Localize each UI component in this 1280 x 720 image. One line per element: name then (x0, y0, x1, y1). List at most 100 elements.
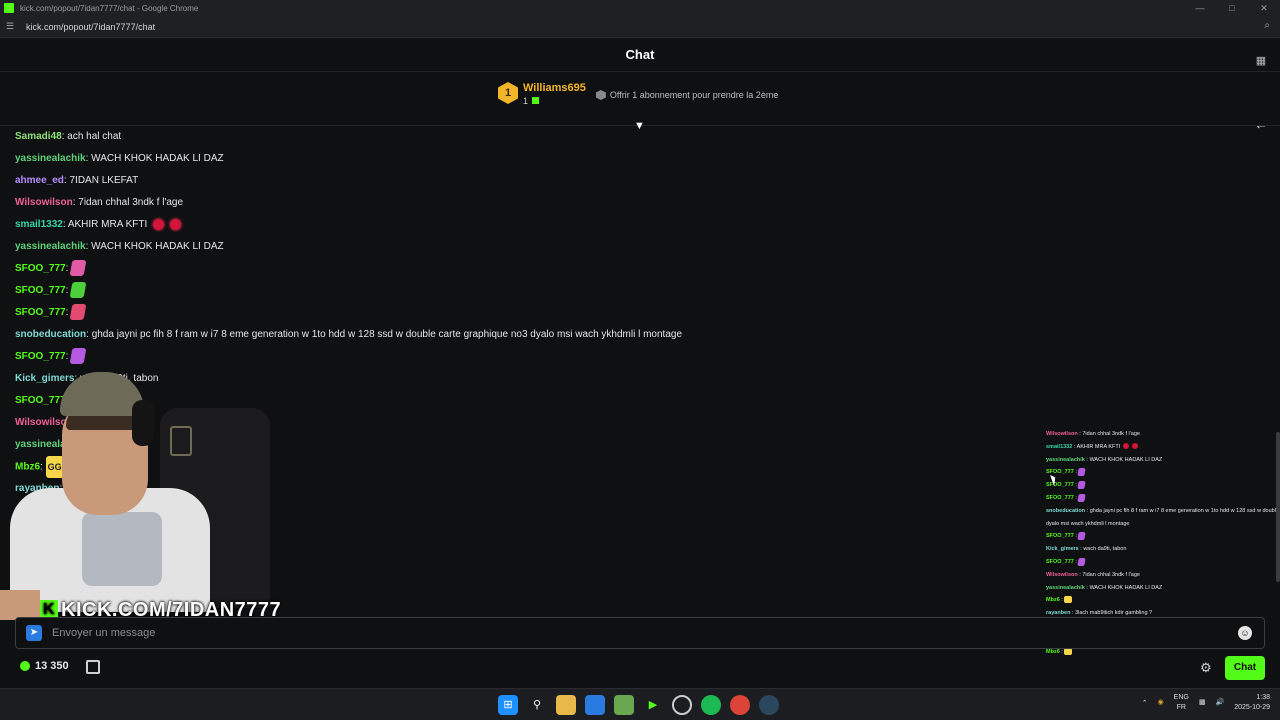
chat-message: yassinealachik: WACH KHOK HADAK LI DAZ (15, 148, 1015, 170)
scrollbar[interactable] (1276, 432, 1280, 582)
mic-icon[interactable]: ◉ (1158, 698, 1164, 708)
pinned-username[interactable]: Williams695 (523, 82, 586, 94)
overlay-text: WACH KHOK HADAK LI DAZ (1089, 584, 1163, 591)
overlay-username: Wilsowilson (1046, 571, 1078, 578)
chat-username[interactable]: ahmee_ed (15, 175, 64, 186)
chat-text: ach hal chat (67, 131, 122, 142)
chair-logo-icon (170, 426, 192, 456)
chat-text: 7IDAN LKEFAT (69, 175, 139, 186)
address-bar[interactable]: ☰ kick.com/popout/7idan7777/chat ⌕ (0, 16, 1280, 38)
overlay-username: rayanben (1046, 610, 1071, 617)
folder-icon[interactable] (556, 695, 576, 715)
gift-offer[interactable]: Offrir 1 abonnement pour prendre la 2ème (595, 90, 779, 100)
overlay-emote-icon (1077, 531, 1087, 540)
emoji-icon[interactable]: ☺ (1238, 626, 1252, 640)
obs-icon[interactable] (672, 695, 692, 715)
overlay-text: ghda jayni pc fih 8 f ram w i7 8 eme gen… (1089, 507, 1280, 514)
gift-icon (532, 97, 540, 104)
maximize-button[interactable]: □ (1216, 0, 1248, 16)
chat-text: 7idan chhal 3ndk f l'age (78, 197, 184, 208)
chat-username[interactable]: Wilsowilson (15, 197, 73, 208)
overlay-gg-icon (1064, 596, 1073, 604)
overlay-chat-line: Wilsowilson : 7idan chhal 3ndk f l'age (1046, 569, 1280, 582)
chat-username[interactable]: Samadi48 (15, 131, 62, 142)
start-icon[interactable]: ⊞ (498, 695, 518, 715)
message-input[interactable] (52, 627, 952, 639)
search-icon[interactable]: ⚲ (527, 695, 547, 715)
red-gem-emote-icon (170, 218, 182, 230)
chat-username[interactable]: SFOO_777 (15, 307, 66, 318)
settings-gear-icon[interactable]: ⚙ (1200, 660, 1212, 676)
minimize-button[interactable]: — (1184, 0, 1216, 16)
chat-text: ghda jayni pc fih 8 f ram w i7 8 eme gen… (91, 329, 683, 340)
window-controls: — □ ✕ (1184, 0, 1280, 16)
overlay-username: Wilsowilson (1046, 431, 1078, 437)
zoom-icon[interactable]: ⌕ (1264, 20, 1270, 31)
overlay-chat-line: yassinealachik : WACH KHOK HADAK LI DAZ (1046, 454, 1280, 467)
clock[interactable]: 1:38 2025-10-29 (1234, 693, 1270, 713)
overlay-chat-line: Kick_gimers : wach da9ti, tabon (1046, 543, 1280, 556)
spotify-icon[interactable] (701, 695, 721, 715)
overlay-username: smail1332 (1046, 443, 1073, 450)
overlay-text: wach da9ti, tabon (1083, 546, 1127, 553)
language-indicator[interactable]: ENG FR (1174, 693, 1189, 713)
overlay-username: SFOO_777 (1046, 494, 1074, 501)
chat-text: WACH KHOK HADAK LI DAZ (91, 241, 224, 252)
overlay-gem-icon (1123, 443, 1130, 450)
store-icon[interactable] (585, 695, 605, 715)
tray-overflow-icon[interactable]: ⌃ (1142, 699, 1148, 707)
emote-icon (69, 260, 87, 277)
overlay-username: SFOO_777 (1046, 558, 1074, 565)
chat-footer: 13 350 ⚙ Chat (0, 652, 1280, 684)
overlay-chat-line: smail1332 : AKHIR MRA KFTI (1046, 441, 1280, 454)
terminal-icon[interactable]: ▶ (643, 695, 663, 715)
minecraft-icon[interactable] (614, 695, 634, 715)
network-icon[interactable]: ▩ (1199, 698, 1206, 708)
chat-message: SFOO_777: (15, 302, 1015, 324)
language-top: ENG (1173, 694, 1189, 701)
close-button[interactable]: ✕ (1248, 0, 1280, 16)
overlay-emote-icon (1077, 493, 1087, 502)
chat-message: smail1332: AKHIR MRA KFTI (15, 214, 1015, 236)
chat-username[interactable]: yassinealachik (15, 153, 86, 164)
overlay-chat-line: SFOO_777 : (1046, 492, 1280, 505)
chat-message: yassinealachik: WACH KHOK HADAK LI DAZ (15, 236, 1015, 258)
mention-icon[interactable]: ➤ (26, 625, 42, 641)
overlay-gem-icon (1132, 443, 1139, 450)
chat-message: SFOO_777: (15, 258, 1015, 280)
volume-icon[interactable]: 🔊 (1215, 698, 1224, 708)
overlay-emote-icon (1077, 557, 1087, 566)
pinned-top-gifter: 1 Williams695 1 Offrir 1 abonnement pour… (0, 72, 1280, 126)
message-input-container[interactable]: ➤ ☺ (15, 617, 1265, 649)
overlay-text: WACH KHOK HADAK LI DAZ (1089, 456, 1163, 463)
chrome-icon[interactable] (730, 695, 750, 715)
points-value: 13 350 (35, 660, 69, 672)
overlay-text: 7idan chhal 3ndk f l'age (1082, 431, 1140, 437)
overlay-username: snobeducation (1046, 507, 1086, 514)
url-text[interactable]: kick.com/popout/7idan7777/chat (26, 22, 155, 32)
overlay-chat-line: SFOO_777 : (1046, 556, 1280, 569)
rank-badge-icon: 1 (498, 82, 518, 104)
shirt-print (82, 512, 162, 586)
chat-username[interactable]: yassinealachik (15, 241, 86, 252)
overlay-username: Kick_gimers (1046, 546, 1079, 553)
channel-points[interactable]: 13 350 (20, 660, 69, 672)
points-icon (20, 661, 30, 671)
overlay-chat-line: SFOO_777 : (1046, 479, 1280, 492)
chat-username[interactable]: smail1332 (15, 219, 63, 230)
site-info-icon[interactable]: ☰ (6, 21, 18, 32)
grid-icon[interactable]: ▦ (1250, 50, 1272, 72)
overlay-chat-line: SFOO_777 : (1046, 530, 1280, 543)
store-icon[interactable] (86, 660, 100, 674)
steam-icon[interactable] (759, 695, 779, 715)
gift-offer-text: Offrir 1 abonnement pour prendre la 2ème (609, 90, 779, 100)
chat-username[interactable]: snobeducation (15, 329, 86, 340)
chat-text: AKHIR MRA KFTI (67, 219, 148, 230)
chat-message: Samadi48: ach hal chat (15, 126, 1015, 148)
chat-message: ahmee_ed: 7IDAN LKEFAT (15, 170, 1015, 192)
overlay-username: SFOO_777 (1046, 533, 1074, 540)
chat-username[interactable]: SFOO_777 (15, 285, 66, 296)
chat-username[interactable]: SFOO_777 (15, 263, 66, 274)
chat-text: WACH KHOK HADAK LI DAZ (91, 153, 224, 164)
send-chat-button[interactable]: Chat (1225, 656, 1265, 680)
